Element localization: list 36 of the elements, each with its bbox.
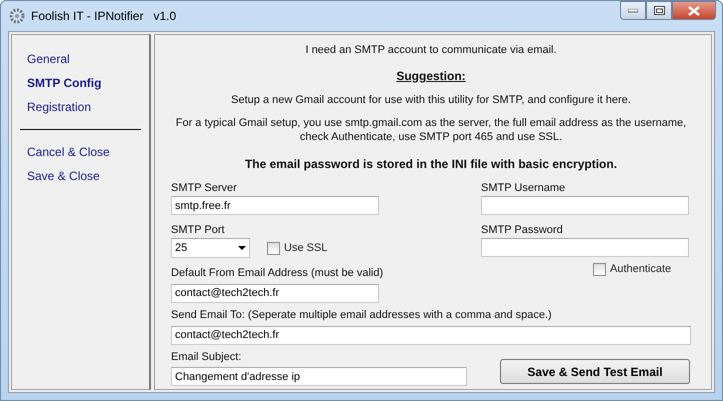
sidebar-nav-link[interactable]: Registration <box>12 95 106 119</box>
field-label: SMTP Server <box>171 181 237 196</box>
suggestion-text: Setup a new Gmail account for use with this utility for SMTP, and configure it here. <box>230 93 632 107</box>
from-address-field[interactable]: contact@tech2tech.fr <box>171 284 379 303</box>
use-ssl-checkbox[interactable]: Use SSL <box>267 241 328 255</box>
smtp-username-field[interactable] <box>481 196 689 215</box>
field-label: SMTP Username <box>481 181 566 196</box>
field-label: Default From Email Address (must be valid) <box>171 266 384 281</box>
window-title: Foolish IT - IPNotifier v1.0 <box>31 9 176 23</box>
minimize-button[interactable] <box>620 1 646 20</box>
sidebar-nav-link[interactable]: General <box>12 47 85 71</box>
authenticate-checkbox[interactable]: Authenticate <box>593 262 691 276</box>
sidebar-action-link[interactable]: Save & Close <box>12 164 115 188</box>
smtp-port-dropdown[interactable]: 25 <box>171 238 250 258</box>
send-to-field[interactable]: contact@tech2tech.fr <box>171 326 691 344</box>
sidebar-action-link[interactable]: Cancel & Close <box>12 140 125 164</box>
maximize-icon <box>654 6 664 15</box>
gmail-instructions: For a typical Gmail setup, you use smtp.gmail.com as the server, the full email address as the username, check Authenticate, use SMTP port 465 and use SSL. <box>174 116 688 144</box>
intro-text: I need an SMTP account to communicate via email. <box>304 43 558 57</box>
close-button[interactable] <box>672 1 716 20</box>
sidebar-nav-link[interactable]: SMTP Config <box>12 71 116 95</box>
field-label: SMTP Port <box>171 223 225 238</box>
smtp-password-field[interactable] <box>481 238 689 257</box>
smtp-server-field[interactable]: smtp.free.fr <box>171 196 379 215</box>
app-icon <box>9 8 25 24</box>
minimize-icon <box>628 8 638 12</box>
suggestion-heading: Suggestion: <box>396 69 466 83</box>
caret-icon <box>238 246 246 250</box>
field-label: Email Subject: <box>171 350 242 364</box>
send-test-email-button[interactable]: Save & Send Test Email <box>500 359 690 384</box>
password-warning: The email password is stored in the INI file with basic encryption. <box>244 157 618 171</box>
field-label: SMTP Password <box>481 223 563 238</box>
maximize-button[interactable] <box>646 1 672 20</box>
field-label: Send Email To: (Seperate multiple email addresses with a comma and space.) <box>171 308 552 323</box>
close-icon <box>688 6 700 16</box>
subject-field[interactable]: Changement d'adresse ip <box>171 367 467 386</box>
